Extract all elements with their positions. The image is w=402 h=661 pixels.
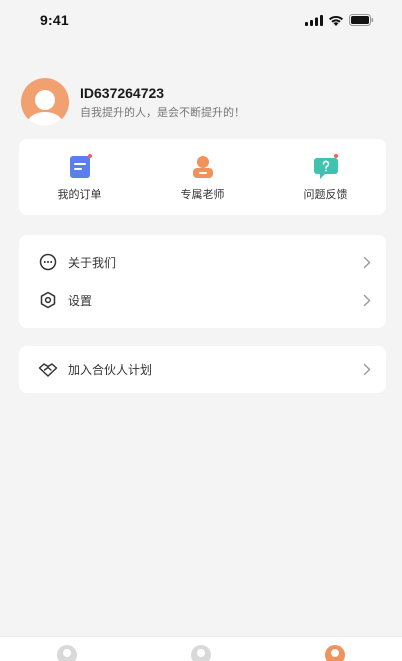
partner-card: 加入合伙人计划 — [19, 346, 386, 393]
status-icons — [305, 14, 374, 26]
quick-action-label: 专属老师 — [180, 188, 225, 201]
tab-course[interactable] — [161, 637, 241, 661]
menu-card: 关于我们 设置 — [19, 235, 386, 328]
chevron-right-icon — [362, 293, 372, 307]
quick-action-my-orders[interactable]: 我的订单 — [27, 139, 132, 215]
quick-action-teacher[interactable]: 专属老师 — [150, 139, 255, 215]
status-time: 9:41 — [40, 12, 69, 28]
menu-item-join-partner[interactable]: 加入合伙人计划 — [19, 351, 386, 389]
menu-item-label: 关于我们 — [68, 255, 117, 270]
quick-action-label: 我的订单 — [57, 188, 102, 201]
menu-item-about-us[interactable]: 关于我们 — [19, 243, 386, 281]
tab-profile[interactable] — [295, 637, 375, 661]
teacher-icon — [189, 153, 217, 181]
tab-home[interactable] — [27, 637, 107, 661]
chat-bubble-icon — [38, 252, 58, 272]
handshake-icon — [38, 360, 58, 380]
bottom-tab-bar — [0, 636, 402, 661]
menu-item-label: 设置 — [68, 293, 93, 308]
avatar-body-shape — [27, 112, 63, 126]
battery-icon — [349, 14, 374, 26]
feedback-notification-dot — [333, 153, 338, 158]
quick-actions-card: 我的订单 专属老师 问题反馈 — [19, 139, 386, 215]
order-notification-dot — [87, 153, 92, 158]
profile-header[interactable]: ID637264723 自我提升的人，是会不断提升的！ — [21, 78, 386, 126]
feedback-chat-icon — [312, 153, 340, 181]
profile-text: ID637264723 自我提升的人，是会不断提升的！ — [80, 84, 245, 120]
menu-item-label: 加入合伙人计划 — [68, 363, 153, 377]
chevron-right-icon — [362, 255, 372, 269]
settings-icon — [38, 290, 58, 310]
wifi-icon — [329, 15, 343, 26]
course-icon — [191, 645, 211, 661]
cellular-signal-icon — [305, 14, 323, 26]
home-icon — [57, 645, 77, 661]
user-motto: 自我提升的人，是会不断提升的！ — [80, 107, 245, 119]
quick-action-feedback[interactable]: 问题反馈 — [273, 139, 378, 215]
menu-item-settings[interactable]: 设置 — [19, 281, 386, 319]
avatar[interactable] — [21, 78, 69, 126]
order-document-icon — [66, 153, 94, 181]
quick-action-label: 问题反馈 — [303, 188, 348, 201]
profile-icon — [325, 645, 345, 661]
avatar-head-shape — [35, 90, 55, 110]
chevron-right-icon — [362, 363, 372, 377]
user-id: ID637264723 — [80, 85, 165, 101]
status-bar: 9:41 — [0, 0, 402, 40]
